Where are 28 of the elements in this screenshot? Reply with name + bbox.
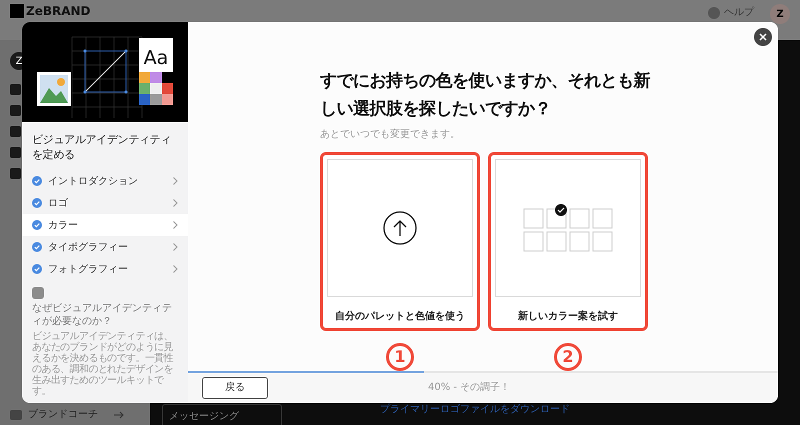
arrow-icon	[114, 410, 124, 418]
chevron-icon	[173, 221, 178, 229]
logo[interactable]: ZeBRAND	[26, 4, 91, 18]
question-heading: すでにお持ちの色を使いますか、それとも新しい選択肢を探したいですか？	[320, 70, 652, 121]
subtitle: あとでいつでも変更できます。	[320, 128, 461, 142]
sidebar-title: ビジュアルアイデンティティを定める	[31, 132, 172, 163]
close-button[interactable]	[754, 28, 772, 46]
progress-text: 40% - その調子！	[428, 380, 510, 396]
logo-mark-icon	[10, 4, 24, 18]
chevron-icon	[173, 177, 178, 185]
step-item[interactable]: フォトグラフィー	[22, 258, 188, 280]
step-item[interactable]: イントロダクション	[22, 170, 188, 192]
step-item[interactable]: ロゴ	[22, 192, 188, 214]
chevron-icon	[173, 199, 178, 207]
illustration-drawing: Aa	[22, 22, 188, 122]
back-button[interactable]: 戻る	[202, 376, 268, 399]
chevron-icon	[173, 265, 178, 273]
messaging-button[interactable]: メッセージング	[162, 404, 282, 425]
tip-text: ビジュアルアイデンティティは、あなたのブランドがどのように見えるかを決めるものです。一貫性のある、調和のとれたデザインを生み出すためのツールキットです。	[32, 331, 174, 397]
swatch-grid-icon	[523, 203, 613, 253]
close-icon	[758, 32, 768, 42]
option-card[interactable]: 新しいカラー案を試す	[488, 152, 648, 331]
step-item[interactable]: タイポグラフィー	[22, 236, 188, 258]
tip-title: なぜビジュアルアイデンティティが必要なのか？	[32, 302, 173, 328]
user-avatar[interactable]: Z	[770, 4, 790, 24]
chevron-icon	[173, 243, 178, 251]
option-card[interactable]: 自分のパレットと色値を使う	[320, 152, 480, 331]
step-item[interactable]: カラー	[22, 214, 188, 236]
